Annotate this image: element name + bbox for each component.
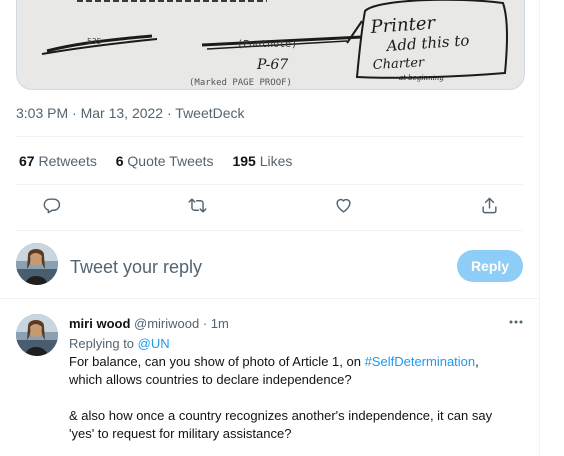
retweets-label: Retweets [38,153,97,169]
quote-tweets-count: 6 [115,153,124,169]
tweet-action-bar [40,193,500,217]
handwriting-at-beginning: at beginning [399,74,444,82]
handwriting-page-number: P-67 [256,57,288,73]
likes-stat[interactable]: 195 Likes [232,153,292,169]
divider [16,184,523,185]
replying-to-mention[interactable]: @UN [138,336,170,351]
likes-label: Likes [259,153,293,169]
reply-icon [43,197,60,213]
reply-submit-button[interactable]: Reply [457,250,523,282]
retweets-count: 67 [19,153,35,169]
more-options-button[interactable] [508,314,524,330]
reply-author-handle[interactable]: @miriwood [134,316,199,331]
meta-separator: · [163,105,176,121]
tweet-source-link[interactable]: TweetDeck [175,105,244,121]
replying-to-label: Replying to [69,336,138,351]
tweet-date: Mar 13, 2022 [80,105,164,121]
retweets-stat[interactable]: 67 Retweets [19,153,97,169]
quote-tweets-label: Quote Tweets [127,153,214,169]
share-icon [481,197,497,213]
reply-time[interactable]: 1m [211,316,229,331]
divider [16,136,523,137]
tweet-media-image[interactable]: Printer Add this to Charter at beginning… [16,0,525,90]
typed-number: 535 [87,37,102,46]
tweet-stats: 67 Retweets 6 Quote Tweets 195 Likes [19,151,307,171]
tweet-time-link[interactable]: 3:03 PM · Mar 13, 2022 [16,105,163,121]
handwriting-charter: Charter [372,55,425,73]
reply-text-segment: For balance, can you show of photo of Ar… [69,354,365,369]
reply-text: For balance, can you show of photo of Ar… [69,353,509,443]
more-icon [509,320,523,324]
like-button[interactable] [332,194,354,216]
reply-button[interactable] [40,194,62,216]
reply-compose-input[interactable]: Tweet your reply [70,256,202,278]
reply-author-name[interactable]: miri wood [69,316,130,331]
likes-count: 195 [232,153,256,169]
reply-paragraph-1: For balance, can you show of photo of Ar… [69,353,509,389]
reply-header: miri wood @miriwood · 1m [69,316,229,332]
meta-separator: · [68,105,81,121]
retweet-button[interactable] [186,194,208,216]
reply-author-avatar[interactable] [16,314,58,356]
meta-separator: · [199,316,211,331]
share-button[interactable] [478,194,500,216]
avatar[interactable] [16,243,58,285]
tweet-time: 3:03 PM [16,105,69,121]
divider [16,230,523,231]
replying-to: Replying to @UN [69,336,170,352]
hashtag-link[interactable]: #SelfDetermination [365,354,476,369]
heart-icon [335,198,351,213]
reply-paragraph-2: & also how once a country recognizes ano… [69,408,493,441]
retweet-icon [187,197,207,213]
divider [0,298,539,299]
quote-tweets-stat[interactable]: 6 Quote Tweets [116,153,214,169]
tweet-detail-column: Printer Add this to Charter at beginning… [0,0,540,456]
tweet-timestamp-row: 3:03 PM · Mar 13, 2022 · TweetDeck [16,103,245,123]
typed-footnote: (Footnote) [237,39,297,50]
typed-page-proof: (Marked PAGE PROOF) [189,78,292,88]
